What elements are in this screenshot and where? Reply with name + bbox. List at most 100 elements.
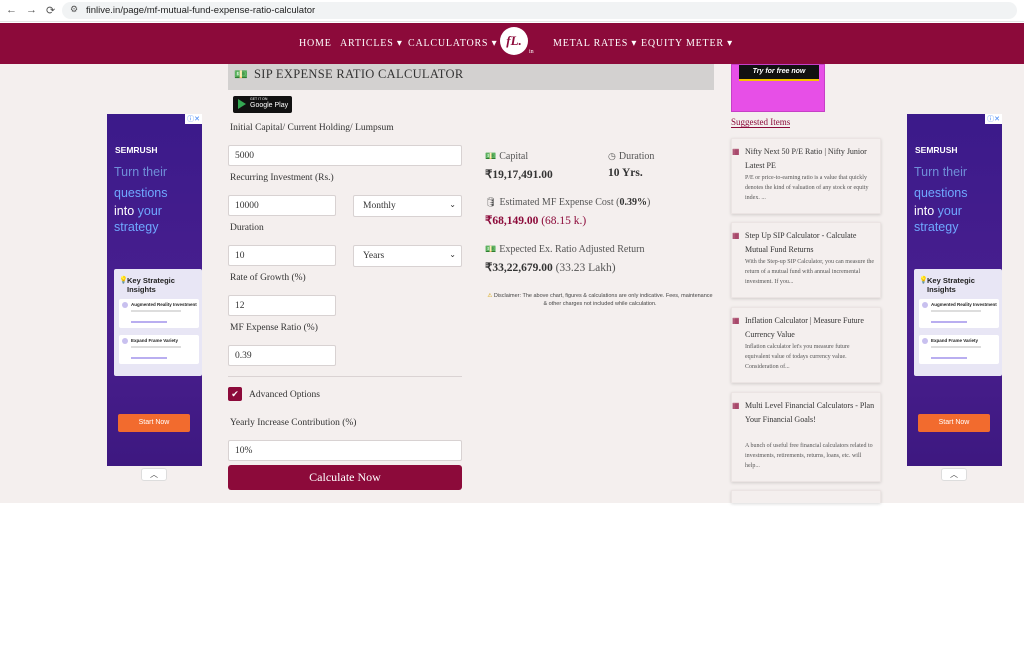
yearly-increase-input[interactable]: 10% [228, 440, 462, 461]
ad-line-1: Turn their [114, 165, 168, 179]
ad-collapse-icon[interactable]: ︿ [141, 468, 167, 481]
ad-brand: SEMRUSH [115, 145, 158, 155]
clock-icon: ◷ [608, 151, 616, 161]
calculate-button[interactable]: Calculate Now [228, 465, 462, 490]
initial-capital-input[interactable]: 5000 [228, 145, 462, 166]
growth-rate-input[interactable]: 12 [228, 295, 336, 316]
suggested-item[interactable]: ▦ Step Up SIP Calculator - Calculate Mutu… [731, 222, 881, 298]
adjusted-return-label: 💵 Expected Ex. Ratio Adjusted Return [485, 244, 645, 255]
ad-close-icon[interactable]: ⓘ✕ [985, 114, 1002, 124]
ad-card-title: Key Strategic Insights [127, 276, 175, 294]
calculator-header: 💵 SIP EXPENSE RATIO CALCULATOR [228, 64, 714, 90]
url-text: finlive.in/page/mf-mutual-fund-expense-r… [86, 5, 316, 16]
duration-input[interactable]: 10 [228, 245, 336, 266]
nav-articles[interactable]: ARTICLES ▾ [340, 38, 403, 49]
back-icon[interactable]: ← [6, 4, 17, 16]
promo-ad[interactable]: Try for free now [731, 64, 825, 112]
try-free-button[interactable]: Try for free now [739, 65, 819, 81]
ad-line-1: Turn their [914, 165, 968, 179]
play-icon [238, 99, 246, 109]
suggested-item-title[interactable]: ▦ Step Up SIP Calculator - Calculate Mutu… [732, 229, 877, 257]
recurring-investment-label: Recurring Investment (Rs.) [230, 173, 334, 183]
nav-home[interactable]: HOME [299, 38, 332, 49]
suggested-item[interactable]: ▦ Multi Level Financial Calculators - Pla… [731, 392, 881, 482]
site-logo-sub: in [529, 49, 534, 55]
suggested-item[interactable] [731, 490, 881, 503]
google-play-badge[interactable]: GET IT ON Google Play [233, 96, 292, 113]
initial-capital-label: Initial Capital/ Current Holding/ Lumpsu… [230, 123, 394, 133]
suggested-item-desc: P/E or price-to-earning ratio is a value… [745, 175, 869, 201]
ad-sub-item: Expand Frame Variety [119, 335, 199, 364]
duration-unit-select[interactable]: Years ⌄ [353, 245, 462, 267]
left-ad-banner[interactable]: ⓘ✕ SEMRUSH Turn their questions into you… [107, 114, 202, 481]
divider [228, 376, 462, 377]
suggested-items-heading: Suggested Items [731, 117, 791, 128]
money-icon: 💵 [234, 69, 248, 81]
expense-cost-label: 🛢 Estimated MF Expense Cost (0.39%) [485, 197, 651, 208]
ad-start-button[interactable]: Start Now [118, 414, 190, 432]
recurring-investment-input[interactable]: 10000 [228, 195, 336, 216]
google-play-text: Google Play [250, 102, 289, 109]
chevron-down-icon: ⌄ [449, 250, 456, 259]
duration-label: Duration [230, 223, 264, 233]
ad-insights-card: 💡 Key Strategic Insights Augmented Reali… [914, 269, 1002, 376]
nav-equity-meter[interactable]: EQUITY METER ▾ [641, 38, 733, 49]
ad-sub-item: Expand Frame Variety [919, 335, 999, 364]
suggested-item[interactable]: ▦ Inflation Calculator | Measure Future C… [731, 307, 881, 383]
ad-line-4: strategy [114, 220, 159, 234]
site-logo[interactable]: fL. [500, 27, 528, 55]
ad-collapse-icon[interactable]: ︿ [941, 468, 967, 481]
calculator-icon: ▦ [732, 316, 740, 325]
calculator-icon: ▦ [732, 147, 740, 156]
forward-icon[interactable]: → [26, 4, 37, 16]
expense-ratio-input[interactable]: 0.39 [228, 345, 336, 366]
money-icon: 💵 [485, 244, 497, 254]
expense-ratio-label: MF Expense Ratio (%) [230, 323, 318, 333]
capital-label: 💵 Capital [485, 151, 529, 162]
calculator-icon: ▦ [732, 401, 740, 410]
suggested-item-title[interactable]: ▦ Multi Level Financial Calculators - Pla… [732, 399, 877, 427]
duration-result-value: 10 Yrs. [608, 167, 643, 179]
ad-sub-item: Augmented Reality Investment [119, 299, 199, 328]
nav-calculators[interactable]: CALCULATORS ▾ [408, 38, 497, 49]
site-info-icon[interactable]: ⚙ [70, 4, 78, 15]
frequency-select[interactable]: Monthly ⌄ [353, 195, 462, 217]
ad-sub-item: Augmented Reality Investment [919, 299, 999, 328]
suggested-item[interactable]: ▦ Nifty Next 50 P/E Ratio | Nifty Junior … [731, 138, 881, 214]
duration-result-label: ◷ Duration [608, 151, 655, 162]
money-icon: 💵 [485, 151, 497, 161]
reload-icon[interactable]: ⟳ [46, 4, 55, 17]
browser-toolbar: ← → ⟳ ⚙ finlive.in/page/mf-mutual-fund-e… [0, 0, 1024, 22]
duration-unit-value: Years [363, 251, 385, 261]
warning-icon: ⚠ [487, 293, 493, 299]
nav-metal-rates[interactable]: METAL RATES ▾ [553, 38, 637, 49]
ad-line-2: questions [114, 186, 168, 200]
ad-line-3: into your [114, 204, 162, 218]
ad-line-2: questions [914, 186, 968, 200]
growth-rate-label: Rate of Growth (%) [230, 273, 306, 283]
adjusted-return-value: ₹33,22,679.00 (33.23 Lakh) [485, 262, 616, 274]
expense-cost-value: ₹68,149.00 (68.15 k.) [485, 215, 587, 227]
suggested-item-title[interactable]: ▦ Inflation Calculator | Measure Future C… [732, 314, 877, 342]
chevron-down-icon: ⌄ [449, 200, 456, 209]
calculator-title: SIP EXPENSE RATIO CALCULATOR [254, 67, 464, 81]
ad-line-4: strategy [914, 220, 959, 234]
suggested-item-desc: Inflation calculator let's you measure f… [745, 344, 850, 370]
advanced-options-checkbox[interactable]: ✔ [228, 387, 242, 401]
capital-value: ₹19,17,491.00 [485, 169, 553, 181]
suggested-item-title[interactable]: ▦ Nifty Next 50 P/E Ratio | Nifty Junior … [732, 145, 877, 173]
suggested-item-desc: A bunch of useful free financial calcula… [745, 443, 873, 469]
suggested-item-desc: With the Step-up SIP Calculator, you can… [745, 259, 875, 285]
database-icon: 🛢 [485, 197, 497, 207]
ad-card-title: Key Strategic Insights [927, 276, 975, 294]
yearly-increase-label: Yearly Increase Contribution (%) [230, 418, 357, 428]
ad-insights-card: 💡 Key Strategic Insights Augmented Reali… [114, 269, 202, 376]
google-play-top-text: GET IT ON [250, 97, 268, 101]
ad-start-button[interactable]: Start Now [918, 414, 990, 432]
disclaimer: ⚠ Disclaimer: The above chart, figures &… [487, 293, 713, 307]
frequency-value: Monthly [363, 201, 396, 211]
right-ad-banner[interactable]: ⓘ✕ SEMRUSH Turn their questions into you… [907, 114, 1002, 481]
ad-close-icon[interactable]: ⓘ✕ [185, 114, 202, 124]
advanced-options-label: Advanced Options [249, 390, 320, 400]
ad-brand: SEMRUSH [915, 145, 958, 155]
